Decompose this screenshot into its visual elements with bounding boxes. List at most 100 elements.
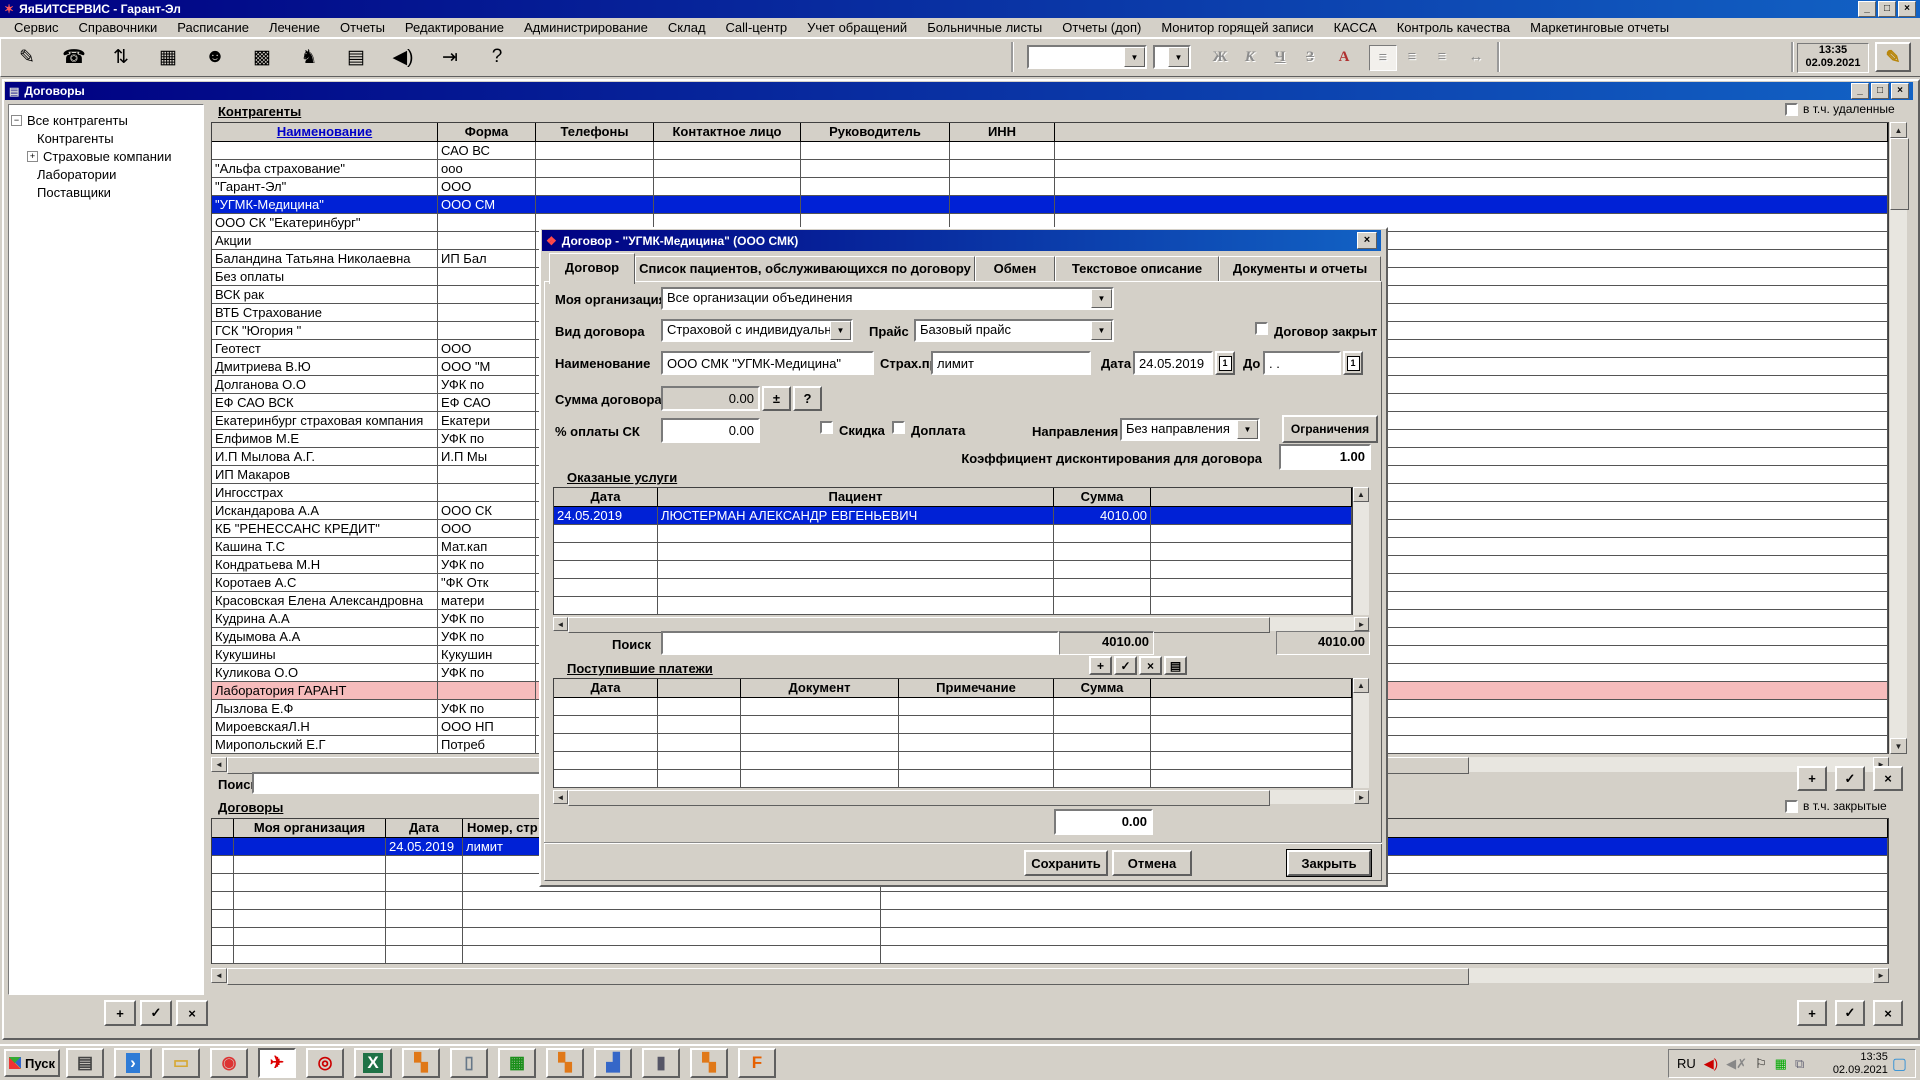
display-icon[interactable]: ▢ (1892, 1054, 1907, 1074)
justify-button[interactable]: ≡ (1429, 45, 1455, 69)
language-indicator[interactable]: RU (1677, 1056, 1696, 1071)
column-header[interactable]: Форма (438, 123, 536, 142)
menu-item[interactable]: Лечение (259, 19, 330, 36)
menu-item[interactable]: Отчеты (330, 19, 395, 36)
system-tools-taskbar-icon[interactable]: ▤ (66, 1048, 104, 1078)
start-button[interactable]: Пуск (4, 1049, 60, 1077)
rabbit-toolbar-button[interactable]: ♞ (293, 42, 325, 72)
column-header[interactable]: Дата (554, 679, 658, 698)
column-header[interactable]: Дата (386, 819, 463, 838)
table-row[interactable] (554, 525, 1352, 543)
table-row[interactable] (554, 561, 1352, 579)
tree-item-suppliers[interactable]: Поставщики (11, 183, 201, 201)
excel-taskbar-icon[interactable]: X (354, 1048, 392, 1078)
surcharge-checkbox[interactable] (892, 421, 905, 434)
flag-icon[interactable]: ⚐ (1755, 1056, 1767, 1072)
tray-clock[interactable]: 13:35 02.09.2021 (1833, 1051, 1888, 1077)
volume-icon[interactable]: ◀) (1704, 1056, 1718, 1072)
menu-item[interactable]: Контроль качества (1387, 19, 1520, 36)
chevron-down-icon[interactable]: ▼ (830, 321, 851, 340)
services-hscrollbar[interactable]: ◄ ► (553, 617, 1369, 631)
scroll-right-icon[interactable]: ► (1354, 790, 1369, 804)
discount-coef-input[interactable]: 1.00 (1279, 444, 1371, 470)
table-row[interactable] (554, 734, 1352, 752)
monitor-graph-taskbar-icon[interactable]: ▦ (498, 1048, 536, 1078)
chevron-down-icon[interactable]: ▼ (1124, 47, 1145, 67)
chrome-taskbar-icon[interactable]: ◉ (210, 1048, 248, 1078)
chevron-down-icon[interactable]: ▼ (1168, 47, 1189, 67)
chevron-down-icon[interactable]: ▼ (1091, 321, 1112, 340)
contract-add-button[interactable]: + (1797, 766, 1827, 791)
column-header[interactable]: Контактное лицо (654, 123, 801, 142)
pc-share-taskbar-icon[interactable]: ▟ (594, 1048, 632, 1078)
folder-taskbar-icon[interactable]: ▭ (162, 1048, 200, 1078)
discount-checkbox[interactable] (820, 421, 833, 434)
scroll-right-icon[interactable]: ► (1354, 617, 1369, 631)
contracts-add-button[interactable]: + (1797, 1000, 1827, 1026)
menu-item[interactable]: Маркетинговые отчеты (1520, 19, 1679, 36)
ins-program-input[interactable] (931, 351, 1091, 375)
table-row[interactable] (554, 543, 1352, 561)
font-family-combo[interactable]: ▼ (1027, 45, 1147, 69)
pencil-button[interactable]: ✎ (1875, 42, 1911, 72)
contracts-confirm-button[interactable]: ✓ (1835, 1000, 1865, 1026)
fit-width-button[interactable]: ↔ (1463, 45, 1489, 69)
calendar-icon[interactable]: 1 (1343, 351, 1363, 375)
scroll-left-icon[interactable]: ◄ (211, 968, 227, 983)
payments-hscrollbar[interactable]: ◄ ► (553, 790, 1369, 804)
help-toolbar-button[interactable]: ? (481, 42, 513, 72)
child-close-button[interactable]: × (1891, 83, 1909, 99)
column-header[interactable]: Руководитель (801, 123, 950, 142)
patients-toolbar-button[interactable]: ☻ (199, 42, 231, 72)
menu-item[interactable]: Администрирование (514, 19, 658, 36)
network-icon[interactable]: ⧉ (1795, 1056, 1804, 1072)
name-input[interactable] (661, 351, 874, 375)
app-squares-taskbar-icon[interactable]: ▚ (402, 1048, 440, 1078)
door-transfer-toolbar-button[interactable]: ⇅ (105, 42, 137, 72)
menu-item[interactable]: Call-центр (716, 19, 798, 36)
menu-item[interactable]: КАССА (1324, 19, 1387, 36)
payments-vscrollbar[interactable]: ▲ (1353, 678, 1369, 788)
menu-item[interactable]: Расписание (167, 19, 259, 36)
minimize-button[interactable]: _ (1858, 1, 1876, 17)
menu-item[interactable]: Отчеты (доп) (1052, 19, 1151, 36)
payment-add-button[interactable]: + (1089, 656, 1112, 675)
restrictions-button[interactable]: Ограничения (1282, 415, 1378, 443)
scroll-right-icon[interactable]: ► (1873, 968, 1889, 983)
underline-button[interactable]: Ч (1267, 45, 1293, 69)
contract-type-combo[interactable]: Страховой с индивидуальнь ▼ (661, 319, 853, 342)
contract-delete-button[interactable]: × (1873, 766, 1903, 791)
chevron-down-icon[interactable]: ▼ (1091, 289, 1112, 308)
column-header[interactable]: Моя организация (234, 819, 386, 838)
scroll-up-icon[interactable]: ▲ (1353, 487, 1369, 502)
scrollbar-thumb[interactable] (568, 790, 1270, 806)
column-header[interactable]: Документ (741, 679, 899, 698)
plus-minus-button[interactable]: ± (762, 386, 791, 411)
menu-item[interactable]: Редактирование (395, 19, 514, 36)
grater-toolbar-button[interactable]: ▦ (152, 42, 184, 72)
table-row[interactable] (554, 752, 1352, 770)
table-row[interactable] (554, 770, 1352, 788)
scroll-down-icon[interactable]: ▼ (1890, 738, 1907, 754)
scroll-left-icon[interactable]: ◄ (553, 790, 568, 804)
maximize-button[interactable]: □ (1878, 1, 1896, 17)
muted-volume-icon[interactable]: ◀✗ (1726, 1056, 1747, 1072)
column-header[interactable]: Сумма (1054, 488, 1151, 507)
menu-item[interactable]: Учет обращений (797, 19, 917, 36)
table-row[interactable] (212, 892, 1888, 910)
table-row[interactable]: 24.05.2019 ЛЮСТЕРМАН АЛЕКСАНДР ЕВГЕНЬЕВИ… (554, 507, 1352, 525)
menu-item[interactable]: Сервис (4, 19, 69, 36)
scroll-up-icon[interactable]: ▲ (1353, 678, 1369, 693)
scroll-left-icon[interactable]: ◄ (211, 757, 227, 772)
menu-item[interactable]: Склад (658, 19, 716, 36)
scroll-left-icon[interactable]: ◄ (553, 617, 568, 631)
payment-confirm-button[interactable]: ✓ (1114, 656, 1137, 675)
contractors-vscrollbar[interactable]: ▲ ▼ (1890, 122, 1907, 754)
calculator-toolbar-button[interactable]: ▤ (340, 42, 372, 72)
scroll-up-icon[interactable]: ▲ (1890, 122, 1907, 138)
child-minimize-button[interactable]: _ (1851, 83, 1869, 99)
save-button[interactable]: Сохранить (1024, 850, 1108, 876)
table-row[interactable] (212, 928, 1888, 946)
payment-document-button[interactable]: ▤ (1164, 656, 1187, 675)
payment-delete-button[interactable]: × (1139, 656, 1162, 675)
